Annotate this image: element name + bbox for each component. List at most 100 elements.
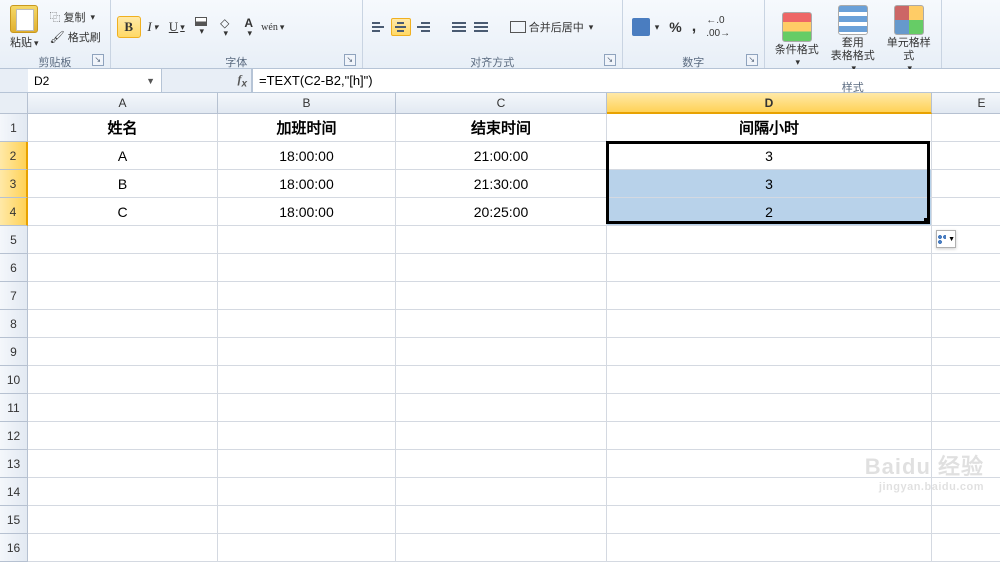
cell-B12[interactable]: [218, 422, 396, 450]
cell-A15[interactable]: [28, 506, 218, 534]
cell-E4[interactable]: [932, 198, 1000, 226]
percent-button[interactable]: %: [666, 18, 684, 36]
cell-B11[interactable]: [218, 394, 396, 422]
cell-D5[interactable]: [607, 226, 932, 254]
paste-button[interactable]: 粘贴: [6, 3, 43, 52]
column-header-A[interactable]: A: [28, 93, 218, 114]
fill-color-button[interactable]: ◇: [213, 16, 237, 38]
cell-D4[interactable]: 2: [607, 198, 932, 226]
cell-A7[interactable]: [28, 282, 218, 310]
cell-E16[interactable]: [932, 534, 1000, 562]
cell-C4[interactable]: 20:25:00: [396, 198, 607, 226]
cell-D10[interactable]: [607, 366, 932, 394]
cell-D7[interactable]: [607, 282, 932, 310]
cell-E15[interactable]: [932, 506, 1000, 534]
align-left-button[interactable]: [369, 18, 389, 36]
cell-D2[interactable]: 3: [607, 142, 932, 170]
cell-E2[interactable]: [932, 142, 1000, 170]
name-box-dropdown-icon[interactable]: ▼: [146, 76, 155, 86]
row-header-3[interactable]: 3: [0, 170, 28, 198]
cell-E12[interactable]: [932, 422, 1000, 450]
row-header-12[interactable]: 12: [0, 422, 28, 450]
underline-button[interactable]: U: [165, 16, 189, 38]
cell-A8[interactable]: [28, 310, 218, 338]
cell-B7[interactable]: [218, 282, 396, 310]
row-header-10[interactable]: 10: [0, 366, 28, 394]
cell-E6[interactable]: [932, 254, 1000, 282]
cell-A13[interactable]: [28, 450, 218, 478]
phonetic-button[interactable]: wén: [261, 16, 285, 38]
bold-button[interactable]: B: [117, 16, 141, 38]
cell-E9[interactable]: [932, 338, 1000, 366]
cell-styles-button[interactable]: 单元格样式: [883, 2, 935, 77]
cell-B13[interactable]: [218, 450, 396, 478]
cell-E3[interactable]: [932, 170, 1000, 198]
column-header-E[interactable]: E: [932, 93, 1000, 114]
row-header-1[interactable]: 1: [0, 114, 28, 142]
format-painter-button[interactable]: 格式刷: [47, 28, 104, 46]
cell-B3[interactable]: 18:00:00: [218, 170, 396, 198]
indent-increase-button[interactable]: [471, 18, 491, 36]
cell-A11[interactable]: [28, 394, 218, 422]
cell-C8[interactable]: [396, 310, 607, 338]
row-header-13[interactable]: 13: [0, 450, 28, 478]
cell-C9[interactable]: [396, 338, 607, 366]
cell-C12[interactable]: [396, 422, 607, 450]
cell-A4[interactable]: C: [28, 198, 218, 226]
column-header-C[interactable]: C: [396, 93, 607, 114]
cell-C14[interactable]: [396, 478, 607, 506]
clipboard-expand[interactable]: ↘: [92, 54, 104, 66]
cell-A12[interactable]: [28, 422, 218, 450]
decrease-decimal-button[interactable]: .00→: [703, 27, 733, 40]
cell-E7[interactable]: [932, 282, 1000, 310]
cell-A14[interactable]: [28, 478, 218, 506]
cell-B10[interactable]: [218, 366, 396, 394]
increase-decimal-button[interactable]: ←.0: [703, 14, 733, 27]
copy-button[interactable]: 复制: [47, 8, 104, 26]
row-header-4[interactable]: 4: [0, 198, 28, 226]
cell-B2[interactable]: 18:00:00: [218, 142, 396, 170]
cell-C16[interactable]: [396, 534, 607, 562]
row-header-11[interactable]: 11: [0, 394, 28, 422]
cell-B6[interactable]: [218, 254, 396, 282]
italic-button[interactable]: I: [141, 16, 165, 38]
autofill-options-button[interactable]: ▼: [936, 230, 956, 248]
cell-C6[interactable]: [396, 254, 607, 282]
spreadsheet-grid[interactable]: ABCDE 12345678910111213141516 姓名加班时间结束时间…: [0, 93, 1000, 563]
name-box[interactable]: D2 ▼: [28, 69, 162, 92]
select-all-corner[interactable]: [0, 93, 28, 114]
align-center-button[interactable]: [391, 18, 411, 36]
cell-B4[interactable]: 18:00:00: [218, 198, 396, 226]
cell-A1[interactable]: 姓名: [28, 114, 218, 142]
cell-C11[interactable]: [396, 394, 607, 422]
number-format-button[interactable]: [629, 17, 663, 37]
cell-C1[interactable]: 结束时间: [396, 114, 607, 142]
cell-D8[interactable]: [607, 310, 932, 338]
row-header-9[interactable]: 9: [0, 338, 28, 366]
comma-button[interactable]: ,: [689, 17, 699, 37]
align-right-button[interactable]: [413, 18, 433, 36]
row-header-8[interactable]: 8: [0, 310, 28, 338]
cell-D1[interactable]: 间隔小时: [607, 114, 932, 142]
row-header-2[interactable]: 2: [0, 142, 28, 170]
cell-C15[interactable]: [396, 506, 607, 534]
cell-A5[interactable]: [28, 226, 218, 254]
cell-A16[interactable]: [28, 534, 218, 562]
cell-D11[interactable]: [607, 394, 932, 422]
cell-E8[interactable]: [932, 310, 1000, 338]
cell-C13[interactable]: [396, 450, 607, 478]
row-header-5[interactable]: 5: [0, 226, 28, 254]
cell-C5[interactable]: [396, 226, 607, 254]
row-header-14[interactable]: 14: [0, 478, 28, 506]
cell-C7[interactable]: [396, 282, 607, 310]
column-header-B[interactable]: B: [218, 93, 396, 114]
fx-icon[interactable]: fx: [237, 72, 247, 89]
number-expand[interactable]: ↘: [746, 54, 758, 66]
cell-A6[interactable]: [28, 254, 218, 282]
column-header-D[interactable]: D: [607, 93, 932, 114]
cell-C2[interactable]: 21:00:00: [396, 142, 607, 170]
cell-D9[interactable]: [607, 338, 932, 366]
conditional-format-button[interactable]: 条件格式: [771, 9, 823, 71]
cell-B9[interactable]: [218, 338, 396, 366]
cell-B5[interactable]: [218, 226, 396, 254]
